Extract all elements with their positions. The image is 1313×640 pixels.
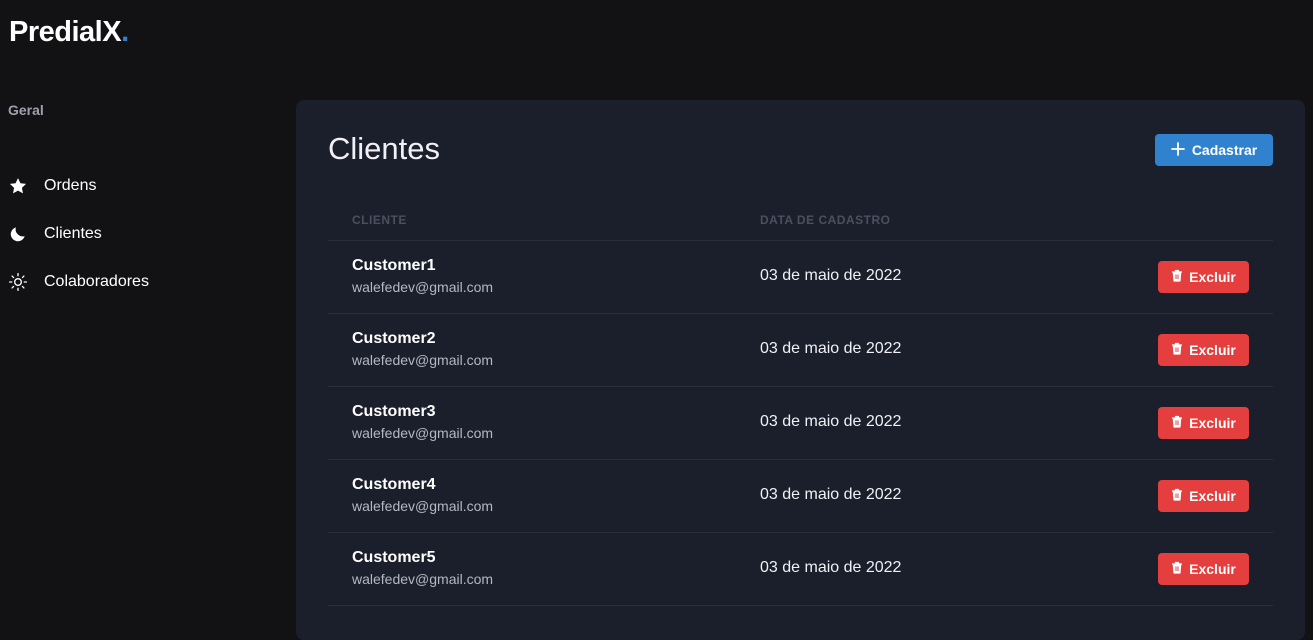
client-email: walefedev@gmail.com xyxy=(352,279,494,295)
trash-icon xyxy=(1171,415,1183,431)
sidebar-item-ordens[interactable]: Ordens xyxy=(0,162,280,210)
delete-button[interactable]: Excluir xyxy=(1158,261,1249,293)
delete-button[interactable]: Excluir xyxy=(1158,407,1249,439)
column-header-client: CLIENTE xyxy=(352,213,407,227)
clients-table: CLIENTE DATA DE CADASTRO Customer1 walef… xyxy=(328,200,1273,606)
table-row: Customer3 walefedev@gmail.com 03 de maio… xyxy=(328,387,1273,460)
registration-date: 03 de maio de 2022 xyxy=(760,340,902,357)
column-header-date: DATA DE CADASTRO xyxy=(760,213,891,227)
sidebar-item-colaboradores[interactable]: Colaboradores xyxy=(0,258,280,306)
registration-date: 03 de maio de 2022 xyxy=(760,486,902,503)
trash-icon xyxy=(1171,342,1183,358)
delete-button-label: Excluir xyxy=(1189,488,1236,504)
client-email: walefedev@gmail.com xyxy=(352,571,494,587)
app-logo[interactable]: PredialX. xyxy=(9,16,129,49)
table-row: Customer5 walefedev@gmail.com 03 de maio… xyxy=(328,533,1273,606)
logo-text: PredialX xyxy=(9,16,122,48)
client-email: walefedev@gmail.com xyxy=(352,425,494,441)
table-header: CLIENTE DATA DE CADASTRO xyxy=(328,200,1273,241)
sidebar-item-label: Clientes xyxy=(44,225,102,242)
delete-button-label: Excluir xyxy=(1189,561,1236,577)
client-email: walefedev@gmail.com xyxy=(352,498,494,514)
table-row: Customer1 walefedev@gmail.com 03 de maio… xyxy=(328,241,1273,314)
delete-button[interactable]: Excluir xyxy=(1158,480,1249,512)
add-client-button[interactable]: Cadastrar xyxy=(1155,134,1273,166)
trash-icon xyxy=(1171,269,1183,285)
sidebar-nav: Ordens Clientes Colaboradores xyxy=(0,162,280,306)
page-title: Clientes xyxy=(328,131,440,166)
sidebar-item-clientes[interactable]: Clientes xyxy=(0,210,280,258)
client-name: Customer4 xyxy=(352,476,436,493)
logo-dot: . xyxy=(121,16,129,48)
client-name: Customer2 xyxy=(352,330,436,347)
table-row: Customer4 walefedev@gmail.com 03 de maio… xyxy=(328,460,1273,533)
delete-button[interactable]: Excluir xyxy=(1158,334,1249,366)
delete-button-label: Excluir xyxy=(1189,342,1236,358)
table-row: Customer2 walefedev@gmail.com 03 de maio… xyxy=(328,314,1273,387)
delete-button[interactable]: Excluir xyxy=(1158,553,1249,585)
registration-date: 03 de maio de 2022 xyxy=(760,413,902,430)
moon-icon xyxy=(8,224,28,244)
add-client-button-label: Cadastrar xyxy=(1191,142,1258,158)
client-email: walefedev@gmail.com xyxy=(352,352,494,368)
sidebar-section-label: Geral xyxy=(8,102,44,118)
sidebar-item-label: Colaboradores xyxy=(44,273,149,290)
client-name: Customer3 xyxy=(352,403,436,420)
client-name: Customer1 xyxy=(352,257,436,274)
plus-icon xyxy=(1170,141,1185,159)
client-name: Customer5 xyxy=(352,549,436,566)
sidebar-item-label: Ordens xyxy=(44,177,97,194)
delete-button-label: Excluir xyxy=(1189,269,1236,285)
registration-date: 03 de maio de 2022 xyxy=(760,267,902,284)
trash-icon xyxy=(1171,488,1183,504)
delete-button-label: Excluir xyxy=(1189,415,1236,431)
sun-icon xyxy=(8,272,28,292)
registration-date: 03 de maio de 2022 xyxy=(760,559,902,576)
clients-panel: Clientes Cadastrar CLIENTE DATA DE CADAS… xyxy=(296,100,1305,640)
star-icon xyxy=(8,176,28,196)
trash-icon xyxy=(1171,561,1183,577)
